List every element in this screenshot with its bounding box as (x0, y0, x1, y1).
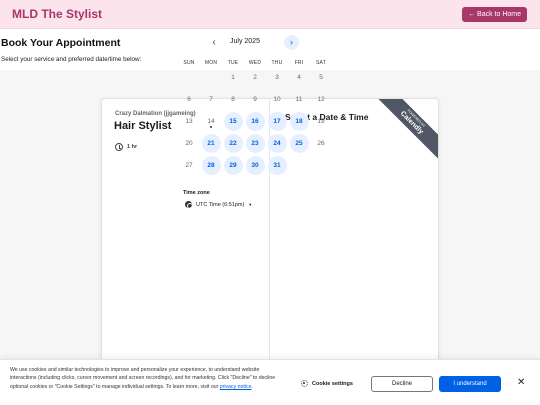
page-subtitle: Select your service and preferred date/t… (1, 56, 142, 63)
privacy-notice-link[interactable]: privacy notice (220, 384, 252, 390)
month-navigation: ‹ July 2025 › (208, 35, 300, 50)
timezone-selector[interactable]: UTC Time (6:51pm) ▼ (185, 201, 253, 209)
cookie-settings-label: Cookie settings (312, 380, 353, 387)
event-title: Hair Stylist (114, 120, 172, 132)
calendar-day: 26 (317, 140, 325, 147)
cookie-banner: We use cookies and similar technologies … (0, 359, 540, 405)
calendar-day: 19 (317, 118, 325, 125)
close-icon[interactable]: ✕ (517, 378, 525, 388)
calendar-day-available[interactable]: 21 (201, 134, 221, 153)
calendar-day: 6 (187, 96, 191, 103)
month-label: July 2025 (230, 38, 260, 45)
decline-button[interactable]: Decline (371, 376, 433, 392)
calendar-day: 11 (295, 96, 303, 103)
event-duration: 1 hr (115, 143, 137, 151)
calendar-day: 5 (319, 74, 323, 81)
cookie-message-suffix: . (251, 383, 253, 390)
calendar-day: 7 (209, 96, 213, 103)
brand-title[interactable]: MLD The Stylist (12, 7, 102, 21)
calendar-day: 27 (185, 162, 193, 169)
gear-icon (301, 380, 308, 387)
calendar-day-available[interactable]: 28 (201, 156, 221, 175)
globe-icon (185, 201, 193, 209)
clock-icon (115, 143, 123, 151)
calendar-day: 1 (231, 74, 235, 81)
calendar-day-available[interactable]: 16 (245, 112, 265, 131)
weekday-label: WED (248, 60, 262, 66)
timezone-label: Time zone (183, 190, 210, 196)
calendar-day: 8 (231, 96, 235, 103)
calendar-day-available[interactable]: 15 (223, 112, 243, 131)
calendar-day: 14 (202, 112, 221, 131)
calendar-day: 2 (253, 74, 257, 81)
calendar-day-available[interactable]: 22 (223, 134, 243, 153)
weekday-label: THU (271, 60, 283, 66)
calendar-day-available[interactable]: 29 (223, 156, 243, 175)
powered-by-badge[interactable]: POWERED BY Calendly (371, 99, 438, 163)
calendar-day: 12 (317, 96, 325, 103)
cookie-settings-button[interactable]: Cookie settings (301, 380, 353, 387)
duration-label: 1 hr (127, 144, 138, 150)
weekday-label: SUN (183, 60, 195, 66)
site-header: MLD The Stylist ← Back to Home (0, 0, 540, 29)
calendar-day-available[interactable]: 18 (289, 112, 309, 131)
accept-button[interactable]: I understand (439, 376, 501, 392)
calendar-day-available[interactable]: 31 (267, 156, 287, 175)
calendar-day: 10 (273, 96, 281, 103)
chevron-right-icon[interactable]: › (284, 35, 299, 50)
calendar-day: 13 (185, 118, 193, 125)
calendar-day-available[interactable]: 24 (267, 134, 287, 153)
calendar-day-available[interactable]: 23 (245, 134, 265, 153)
back-to-home-button[interactable]: ← Back to Home (462, 7, 527, 22)
chevron-left-icon[interactable]: ‹ (208, 37, 220, 49)
caret-down-icon: ▼ (248, 202, 253, 207)
cookie-message: We use cookies and similar technologies … (10, 366, 285, 391)
weekday-label: MON (204, 60, 218, 66)
calendar-day: 20 (185, 140, 193, 147)
calendar-day: 9 (253, 96, 257, 103)
calendar-day-available[interactable]: 30 (245, 156, 265, 175)
timezone-value: UTC Time (6:51pm) (196, 201, 245, 208)
calendar-day: 3 (275, 74, 279, 81)
calendar-day-available[interactable]: 17 (267, 112, 287, 131)
weekday-label: SAT (316, 60, 326, 66)
weekday-label: FRI (294, 60, 304, 66)
calendar-day-available[interactable]: 25 (289, 134, 309, 153)
page-title: Book Your Appointment (1, 37, 121, 49)
calendar-day: 4 (297, 74, 301, 81)
weekday-label: TUE (227, 60, 239, 66)
